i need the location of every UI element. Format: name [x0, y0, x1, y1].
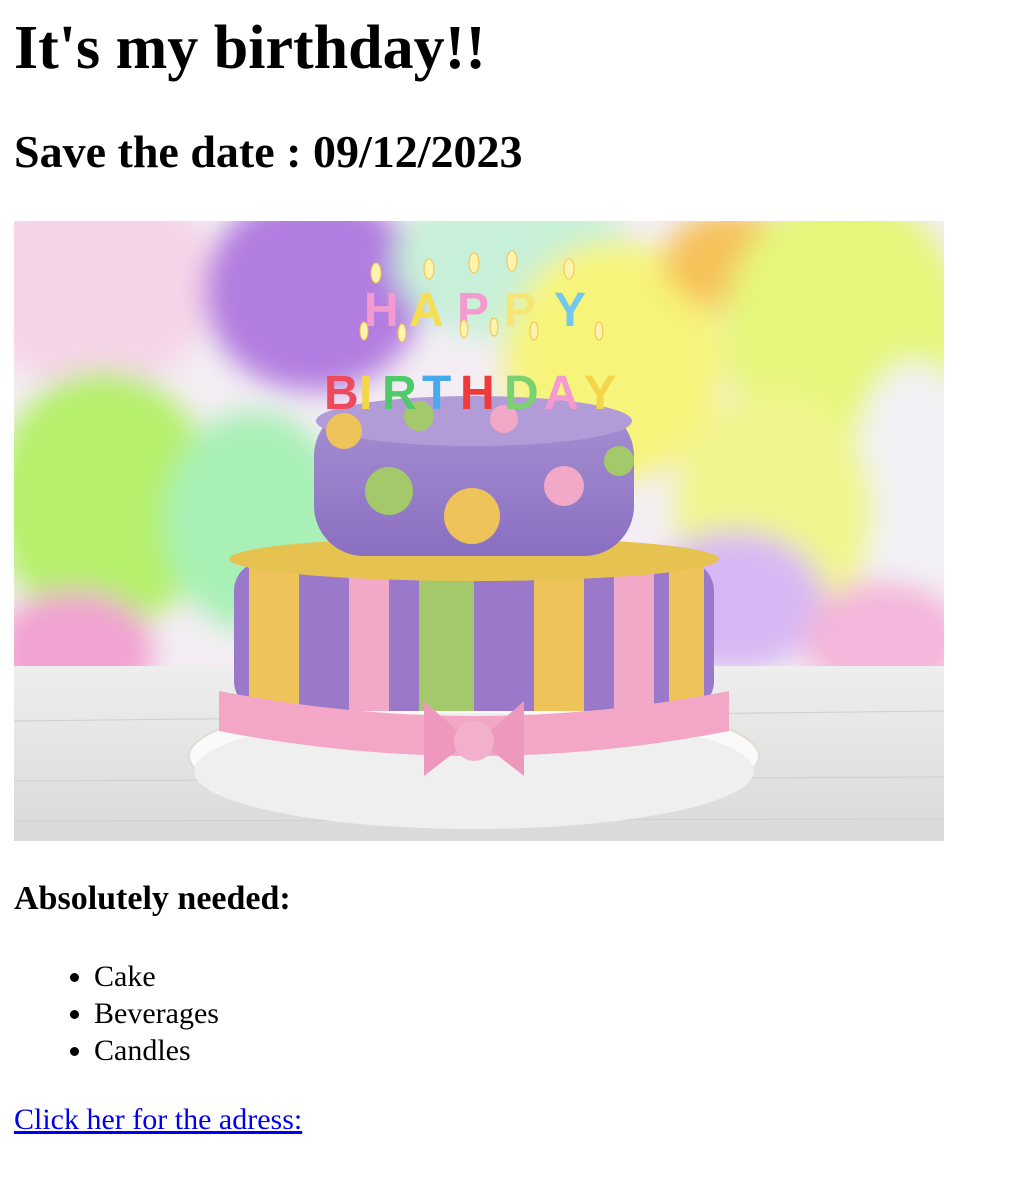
svg-text:R: R	[382, 367, 417, 420]
svg-text:A: A	[544, 367, 579, 420]
list-item: Beverages	[94, 995, 219, 1032]
address-link[interactable]: Click her for the adress:	[14, 1100, 302, 1140]
list-item: Cake	[94, 958, 219, 995]
save-the-date-heading: Save the date : 09/12/2023	[14, 126, 523, 177]
page: It's my birthday!! Save the date : 09/12…	[0, 0, 1016, 1136]
svg-text:H: H	[460, 367, 495, 420]
svg-text:A: A	[409, 284, 444, 337]
svg-text:Y: Y	[554, 284, 586, 337]
needed-heading: Absolutely needed:	[14, 880, 291, 917]
svg-text:H: H	[364, 284, 399, 337]
svg-text:Y: Y	[584, 367, 616, 420]
svg-text:T: T	[422, 367, 451, 420]
birthday-cake-image: H A P P Y B I R T H D A Y	[14, 221, 944, 841]
page-title: It's my birthday!!	[14, 14, 486, 82]
svg-text:I: I	[359, 367, 372, 420]
needed-list: Cake Beverages Candles	[14, 958, 219, 1069]
list-item: Candles	[94, 1032, 219, 1069]
svg-text:B: B	[324, 367, 359, 420]
svg-text:D: D	[504, 367, 539, 420]
